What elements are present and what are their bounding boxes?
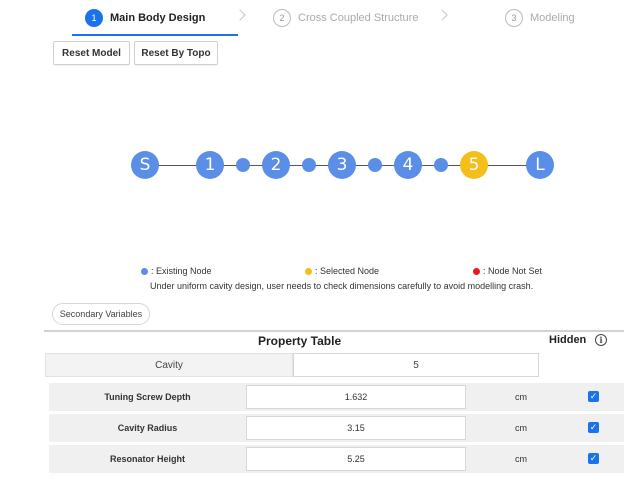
legend-selected-label: : Selected Node bbox=[315, 266, 380, 276]
cavity-selector[interactable]: 5 bbox=[293, 353, 539, 377]
topology-coupling-node[interactable] bbox=[236, 158, 250, 172]
unit-label: cm bbox=[515, 392, 527, 402]
reset-model-button[interactable]: Reset Model bbox=[53, 41, 130, 65]
hidden-checkbox[interactable]: ✓ bbox=[588, 391, 599, 402]
hidden-checkbox[interactable]: ✓ bbox=[588, 453, 599, 464]
tuning-screw-depth-input[interactable] bbox=[246, 385, 466, 409]
unit-label: cm bbox=[515, 423, 527, 433]
hidden-checkbox[interactable]: ✓ bbox=[588, 422, 599, 433]
resonator-height-input[interactable] bbox=[246, 447, 466, 471]
row-label: Resonator Height bbox=[109, 454, 185, 464]
divider bbox=[44, 330, 624, 332]
step-label: Main Body Design bbox=[110, 12, 206, 24]
step-cross-coupled-structure[interactable]: 2 Cross Coupled Structure bbox=[273, 0, 418, 36]
row-label: Cavity Radius bbox=[117, 423, 178, 433]
secondary-variables-button[interactable]: Secondary Variables bbox=[52, 303, 150, 325]
hidden-column-label: Hidden bbox=[549, 334, 587, 346]
legend-selected-node: : Selected Node bbox=[305, 266, 379, 276]
step-main-body-design[interactable]: 1 Main Body Design bbox=[85, 0, 205, 36]
step-label: Cross Coupled Structure bbox=[298, 12, 419, 24]
table-row: Tuning Screw Depth cm ✓ bbox=[49, 383, 624, 411]
topology-coupling-node[interactable] bbox=[434, 158, 448, 172]
step-number-3: 3 bbox=[505, 9, 523, 27]
info-icon[interactable]: i bbox=[595, 334, 607, 346]
stepper: 1 Main Body Design 2 Cross Coupled Struc… bbox=[0, 0, 624, 36]
topology-diagram: S 1 2 3 4 5 L bbox=[0, 140, 624, 192]
reset-by-topo-button[interactable]: Reset By Topo bbox=[134, 41, 218, 65]
table-row: Resonator Height cm ✓ bbox=[49, 445, 624, 473]
existing-node-dot-icon bbox=[141, 267, 148, 275]
active-step-underline bbox=[72, 34, 238, 36]
topology-coupling-node[interactable] bbox=[368, 158, 382, 172]
legend-existing-label: : Existing Node bbox=[151, 266, 212, 276]
topology-node-5[interactable]: 5 bbox=[460, 151, 488, 179]
topology-node-s[interactable]: S bbox=[131, 151, 159, 179]
step-label: Modeling bbox=[530, 12, 575, 24]
step-number-2: 2 bbox=[273, 9, 291, 27]
step-modeling[interactable]: 3 Modeling bbox=[505, 0, 575, 36]
unit-label: cm bbox=[515, 454, 527, 464]
chevron-right-icon bbox=[436, 9, 448, 21]
legend-not-set-label: : Node Not Set bbox=[483, 266, 543, 276]
row-label: Tuning Screw Depth bbox=[104, 392, 191, 402]
cavity-label: Cavity bbox=[45, 353, 293, 377]
table-row: Cavity Radius cm ✓ bbox=[49, 414, 624, 442]
chevron-right-icon bbox=[234, 9, 246, 21]
uniform-cavity-warning: Under uniform cavity design, user needs … bbox=[150, 281, 534, 291]
legend-existing-node: : Existing Node bbox=[141, 266, 212, 276]
legend-node-not-set: : Node Not Set bbox=[473, 266, 542, 276]
topology-node-1[interactable]: 1 bbox=[196, 151, 224, 179]
cavity-radius-input[interactable] bbox=[246, 416, 466, 440]
step-number-1: 1 bbox=[85, 9, 103, 27]
property-table-title: Property Table bbox=[258, 334, 342, 348]
topology-node-4[interactable]: 4 bbox=[394, 151, 422, 179]
selected-node-dot-icon bbox=[305, 267, 312, 275]
not-set-node-dot-icon bbox=[473, 267, 480, 275]
topology-node-2[interactable]: 2 bbox=[262, 151, 290, 179]
topology-node-3[interactable]: 3 bbox=[328, 151, 356, 179]
topology-node-l[interactable]: L bbox=[526, 151, 554, 179]
topology-coupling-node[interactable] bbox=[302, 158, 316, 172]
